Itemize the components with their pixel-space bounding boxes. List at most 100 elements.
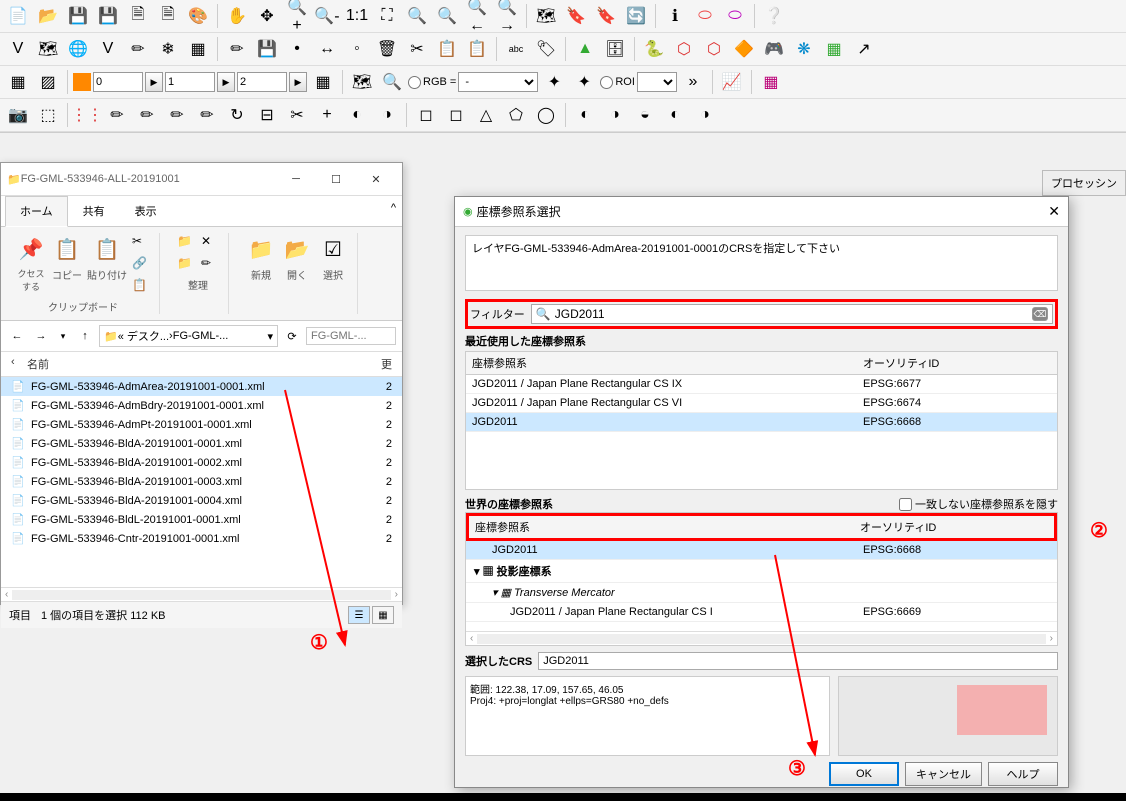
save-icon[interactable]: 💾 xyxy=(64,2,92,30)
recent-crs-row[interactable]: JGD2011 / Japan Plane Rectangular CS IXE… xyxy=(466,375,1057,394)
file-row[interactable]: 📄FG-GML-533946-AdmBdry-20191001-0001.xml… xyxy=(1,396,402,415)
new-shapefile-icon[interactable]: V xyxy=(94,35,122,63)
copy-icon[interactable]: 📋 xyxy=(51,233,83,265)
rect-sel-icon[interactable]: ⬚ xyxy=(34,101,62,129)
ellipse-icon[interactable]: ⬭ xyxy=(721,2,749,30)
grid-icon[interactable]: ▦ xyxy=(757,68,785,96)
dots-icon[interactable]: ⋮⋮ xyxy=(73,101,101,129)
cut-sm-icon[interactable]: ✂ xyxy=(131,233,151,253)
new-map-icon[interactable]: 🗺 xyxy=(532,2,560,30)
recent-col-auth[interactable]: オーソリティID xyxy=(857,352,1057,374)
open-rib-icon[interactable]: 📂 xyxy=(281,233,313,265)
db-icon[interactable]: 🗄 xyxy=(601,35,629,63)
saveas-icon[interactable]: 💾 xyxy=(94,2,122,30)
world-scroll-left-icon[interactable]: ‹ xyxy=(466,633,477,644)
hscrollbar[interactable] xyxy=(12,590,390,600)
rgb-select[interactable]: - xyxy=(458,72,538,92)
python-icon[interactable]: 🐍 xyxy=(640,35,668,63)
shape1-icon[interactable]: ◻ xyxy=(412,101,440,129)
selected-crs-input[interactable] xyxy=(538,652,1058,670)
band2-next[interactable]: ▶ xyxy=(217,72,235,92)
file-row[interactable]: 📄FG-GML-533946-BldA-20191001-0004.xml2 xyxy=(1,491,402,510)
add-feat-icon[interactable]: • xyxy=(283,35,311,63)
cam-icon[interactable]: 📷 xyxy=(4,101,32,129)
world-col-auth[interactable]: オーソリティID xyxy=(854,516,1054,538)
zoom-native-icon[interactable]: 1:1 xyxy=(343,2,371,30)
plugin4-icon[interactable]: 🎮 xyxy=(760,35,788,63)
band3-next[interactable]: ▶ xyxy=(289,72,307,92)
file-row[interactable]: 📄FG-GML-533946-Cntr-20191001-0001.xml2 xyxy=(1,529,402,548)
breadcrumb-box[interactable]: 📁 « デスク... › FG-GML-... ▾ xyxy=(99,325,278,347)
cut-icon[interactable]: ✂ xyxy=(403,35,431,63)
plugin2-icon[interactable]: ⬡ xyxy=(700,35,728,63)
edit1-icon[interactable]: ✏ xyxy=(103,101,131,129)
tab-share[interactable]: 共有 xyxy=(68,196,120,226)
world-crs-row[interactable]: JGD2011 / Japan Plane Rectangular CS IEP… xyxy=(466,603,1057,622)
save-edits-icon[interactable]: 💾 xyxy=(253,35,281,63)
rename-icon[interactable]: ✏ xyxy=(200,255,220,275)
copy-feat-icon[interactable]: 📋 xyxy=(433,35,461,63)
new-memory-icon[interactable]: ❄ xyxy=(154,35,182,63)
scroll-left-icon[interactable]: ‹ xyxy=(1,589,12,600)
zoom-layer-icon[interactable]: 🔍 xyxy=(433,2,461,30)
crs-close-button[interactable]: ✕ xyxy=(1048,203,1060,220)
plugin7-icon[interactable]: ↗ xyxy=(850,35,878,63)
roi-tool2-icon[interactable]: ✦ xyxy=(570,68,598,96)
back-button[interactable]: ← xyxy=(7,326,27,346)
recent-col-crs[interactable]: 座標参照系 xyxy=(466,352,857,374)
edit8-icon[interactable]: + xyxy=(313,101,341,129)
file-row[interactable]: 📄FG-GML-533946-AdmPt-20191001-0001.xml2 xyxy=(1,415,402,434)
edit3-icon[interactable]: ✏ xyxy=(163,101,191,129)
filter-input[interactable] xyxy=(555,307,1028,321)
history-button[interactable]: ▾ xyxy=(55,326,71,346)
close-button[interactable]: ✕ xyxy=(356,167,396,191)
copypath-sm-icon[interactable]: 🔗 xyxy=(131,255,151,275)
triangle-icon[interactable]: ▲ xyxy=(571,35,599,63)
pastesc-sm-icon[interactable]: 📋 xyxy=(131,277,151,297)
delete-icon[interactable]: ✕ xyxy=(200,233,220,253)
zoom-next-icon[interactable]: 🔍→ xyxy=(493,2,521,30)
shape4-icon[interactable]: ⬠ xyxy=(502,101,530,129)
world-hscrollbar[interactable] xyxy=(477,634,1045,644)
world-crs-row[interactable]: ▾ ▦ 投影座標系 xyxy=(466,560,1057,583)
roi-tool1-icon[interactable]: ✦ xyxy=(540,68,568,96)
poly-icon[interactable]: ⬭ xyxy=(691,2,719,30)
wms-layer-icon[interactable]: 🌐 xyxy=(64,35,92,63)
geo2-icon[interactable]: ◑ xyxy=(601,101,629,129)
roi-zoom-icon[interactable]: 🔍 xyxy=(378,68,406,96)
view-large-icon[interactable]: ▦ xyxy=(372,606,394,624)
bc-part-0[interactable]: « デスク... xyxy=(118,328,169,344)
help-button[interactable]: ヘルプ xyxy=(988,762,1058,786)
plugin5-icon[interactable]: ❋ xyxy=(790,35,818,63)
raster-layer-icon[interactable]: 🗺 xyxy=(34,35,62,63)
world-crs-row[interactable]: ▾ ▦ Transverse Mercator xyxy=(466,583,1057,603)
pan-selection-icon[interactable]: ✥ xyxy=(253,2,281,30)
new-project-icon[interactable]: 📄 xyxy=(4,2,32,30)
recent-crs-row[interactable]: JGD2011EPSG:6668 xyxy=(466,413,1057,432)
paste-feat-icon[interactable]: 📋 xyxy=(463,35,491,63)
img2-icon[interactable]: ▨ xyxy=(34,68,62,96)
ribbon-collapse-icon[interactable]: ^ xyxy=(385,196,402,226)
recent-crs-row[interactable]: JGD2011 / Japan Plane Rectangular CS VIE… xyxy=(466,394,1057,413)
band2-input[interactable] xyxy=(165,72,215,92)
geo1-icon[interactable]: ◐ xyxy=(571,101,599,129)
del-sel-icon[interactable]: 🗑 xyxy=(373,35,401,63)
hide-unmatched-checkbox[interactable]: 一致しない座標参照系を隠す xyxy=(899,496,1058,512)
tab-view[interactable]: 表示 xyxy=(120,196,172,226)
clear-filter-icon[interactable]: ⌫ xyxy=(1032,307,1048,321)
col-name-header[interactable]: 名前 xyxy=(27,356,381,372)
img1-icon[interactable]: ▦ xyxy=(4,68,32,96)
explorer-search-input[interactable] xyxy=(306,327,396,345)
plugin6-icon[interactable]: ▦ xyxy=(820,35,848,63)
zoom-full-icon[interactable]: ⛶ xyxy=(373,2,401,30)
layout-mgr-icon[interactable]: 🗎 xyxy=(154,2,182,30)
file-row[interactable]: 📄FG-GML-533946-BldL-20191001-0001.xml2 xyxy=(1,510,402,529)
chart-icon[interactable]: 📈 xyxy=(718,68,746,96)
edit7-icon[interactable]: ✂ xyxy=(283,101,311,129)
file-row[interactable]: 📄FG-GML-533946-BldA-20191001-0002.xml2 xyxy=(1,453,402,472)
plugin3-icon[interactable]: 🔶 xyxy=(730,35,758,63)
bc-part-1[interactable]: FG-GML-... xyxy=(173,330,229,342)
geo4-icon[interactable]: ◐ xyxy=(661,101,689,129)
move-feat-icon[interactable]: ↔ xyxy=(313,35,341,63)
help-icon[interactable]: ❔ xyxy=(760,2,788,30)
